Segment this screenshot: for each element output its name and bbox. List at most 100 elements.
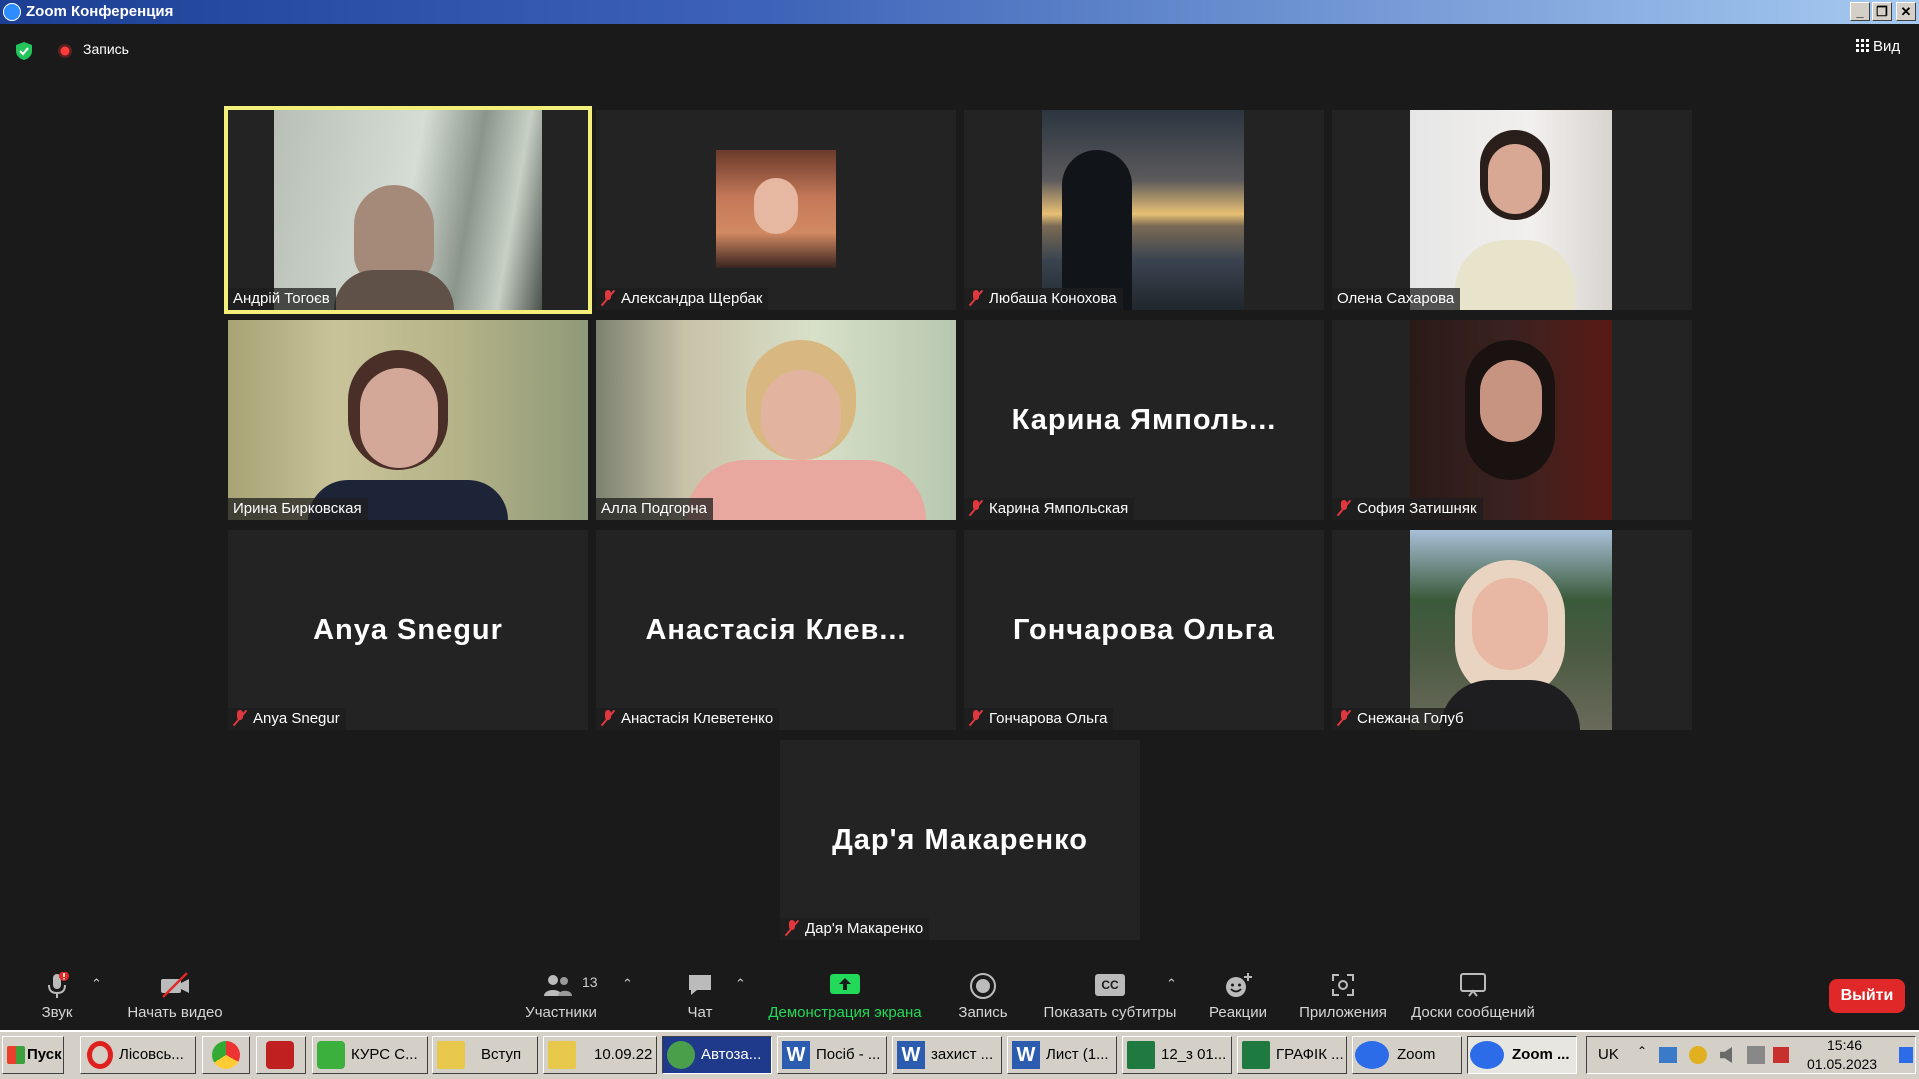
- video-tile[interactable]: Анастасія Клев... Анастасія Клеветенко: [596, 530, 956, 730]
- captions-label: Показать субтитры: [1043, 1004, 1177, 1021]
- shield-icon[interactable]: [15, 41, 33, 61]
- taskbar-item[interactable]: КУРС С...: [312, 1036, 428, 1074]
- taskbar-item[interactable]: 12_з 01...: [1122, 1036, 1232, 1074]
- network-icon[interactable]: [1747, 1046, 1765, 1064]
- muted-mic-icon: [969, 500, 983, 516]
- participant-name: Александра Щербак: [596, 288, 769, 310]
- whiteboard-icon: [1460, 973, 1486, 997]
- record-label: Запись: [958, 1004, 1008, 1021]
- volume-icon[interactable]: [1720, 1047, 1732, 1063]
- participant-name: София Затишняк: [1332, 498, 1483, 520]
- chat-button[interactable]: Чат: [670, 962, 730, 1030]
- opera-icon: [87, 1041, 113, 1069]
- close-button[interactable]: ✕: [1896, 2, 1916, 21]
- audio-button[interactable]: Звук: [22, 962, 92, 1030]
- zoom-icon: [1355, 1041, 1389, 1069]
- muted-mic-icon: [1337, 710, 1351, 726]
- globe-folder-icon: [317, 1041, 345, 1069]
- video-tile[interactable]: Гончарова Ольга Гончарова Ольга: [964, 530, 1324, 730]
- taskbar-item[interactable]: [202, 1036, 250, 1074]
- leave-button[interactable]: Выйти: [1829, 979, 1905, 1013]
- muted-mic-icon: [969, 290, 983, 306]
- video-tile[interactable]: Алла Подгорна: [596, 320, 956, 520]
- video-tile[interactable]: Снежана Голуб: [1332, 530, 1692, 730]
- taskbar-item[interactable]: W Посіб - ...: [777, 1036, 887, 1074]
- grid-icon: [1856, 39, 1869, 52]
- word-icon: W: [782, 1041, 810, 1069]
- view-label: Вид: [1873, 38, 1901, 55]
- taskbar-item[interactable]: W Лист (1...: [1007, 1036, 1117, 1074]
- closed-captions-icon: CC: [1095, 974, 1125, 996]
- emoji-reaction-icon: [1226, 973, 1252, 997]
- muted-mic-icon: [1337, 500, 1351, 516]
- taskbar-item[interactable]: Автоза...: [662, 1036, 772, 1074]
- monitor-icon[interactable]: [1659, 1047, 1677, 1063]
- start-video-label: Начать видео: [127, 1004, 223, 1021]
- reactions-button[interactable]: Реакции: [1200, 962, 1276, 1030]
- video-tile[interactable]: Anya Snegur Anya Snegur: [228, 530, 588, 730]
- participant-name: Гончарова Ольга: [964, 708, 1114, 730]
- windows-logo-icon: [7, 1046, 25, 1064]
- video-tile[interactable]: Ирина Бирковская: [228, 320, 588, 520]
- muted-mic-icon: [233, 710, 247, 726]
- apps-label: Приложения: [1299, 1004, 1387, 1021]
- word-icon: W: [897, 1041, 925, 1069]
- captions-button[interactable]: CC Показать субтитры: [1040, 962, 1180, 1030]
- video-off-icon: [161, 972, 189, 998]
- apps-button[interactable]: Приложения: [1295, 962, 1391, 1030]
- taskbar-item[interactable]: Zoom: [1352, 1036, 1462, 1074]
- participant-name: Анастасія Клеветенко: [596, 708, 780, 730]
- taskbar-item[interactable]: [256, 1036, 306, 1074]
- taskbar-item[interactable]: ГРАФІК ...: [1237, 1036, 1347, 1074]
- participants-options-caret-icon[interactable]: ⌃: [622, 976, 633, 992]
- taskbar-item-active[interactable]: Zoom ...: [1467, 1036, 1577, 1074]
- participant-name: Снежана Голуб: [1332, 708, 1470, 730]
- video-tile[interactable]: София Затишняк: [1332, 320, 1692, 520]
- clock-time[interactable]: 15:46: [1827, 1037, 1862, 1053]
- share-screen-button[interactable]: Демонстрация экрана: [765, 962, 925, 1030]
- participant-video: [274, 110, 542, 310]
- tray-expand-icon[interactable]: ⌃: [1637, 1044, 1647, 1058]
- whiteboards-button[interactable]: Доски сообщений: [1405, 962, 1541, 1030]
- taskbar-item[interactable]: Лісовсь...: [80, 1036, 196, 1074]
- taskbar-item[interactable]: 10.09.22: [543, 1036, 657, 1074]
- clock-date[interactable]: 01.05.2023: [1807, 1056, 1877, 1072]
- start-button[interactable]: Пуск: [2, 1036, 64, 1074]
- update-icon[interactable]: [1689, 1046, 1707, 1064]
- chat-options-caret-icon[interactable]: ⌃: [735, 976, 746, 992]
- recording-label[interactable]: Запись: [83, 41, 129, 57]
- view-button[interactable]: Вид: [1856, 38, 1900, 55]
- video-tile[interactable]: Александра Щербак: [596, 110, 956, 310]
- start-label: Пуск: [27, 1046, 62, 1063]
- zoom-logo-icon: [3, 3, 21, 21]
- microphone-icon: [48, 972, 69, 998]
- security-icon[interactable]: [1773, 1047, 1789, 1063]
- globe-icon: [667, 1041, 695, 1069]
- show-desktop-icon[interactable]: [1899, 1047, 1913, 1063]
- start-video-button[interactable]: Начать видео: [120, 962, 230, 1030]
- video-tile[interactable]: Карина Ямполь... Карина Ямпольская: [964, 320, 1324, 520]
- taskbar-item[interactable]: W захист ...: [892, 1036, 1002, 1074]
- participant-avatar: [1410, 530, 1612, 730]
- video-tile[interactable]: Любаша Конохова: [964, 110, 1324, 310]
- participant-name: Алла Подгорна: [596, 498, 714, 520]
- record-button[interactable]: Запись: [950, 962, 1016, 1030]
- minimize-button[interactable]: _: [1850, 2, 1870, 21]
- taskbar-item[interactable]: Вступ: [432, 1036, 538, 1074]
- language-indicator[interactable]: UK: [1598, 1046, 1619, 1063]
- audio-options-caret-icon[interactable]: ⌃: [91, 976, 102, 992]
- captions-options-caret-icon[interactable]: ⌃: [1166, 976, 1177, 992]
- chrome-icon: [212, 1041, 240, 1069]
- video-tile[interactable]: Андрій Тогоєв: [224, 106, 592, 314]
- participants-button[interactable]: 13 Участники: [515, 962, 607, 1030]
- whiteboards-label: Доски сообщений: [1411, 1004, 1535, 1021]
- participant-name: Любаша Конохова: [964, 288, 1123, 310]
- participant-name: Ирина Бирковская: [228, 498, 368, 520]
- participants-count: 13: [582, 974, 598, 990]
- folder-icon: [437, 1041, 465, 1069]
- video-tile[interactable]: Олена Сахарова: [1332, 110, 1692, 310]
- restore-button[interactable]: ❐: [1872, 2, 1892, 21]
- share-screen-icon: [830, 974, 860, 994]
- video-tile[interactable]: Дар'я Макаренко Дар'я Макаренко: [780, 740, 1140, 940]
- system-tray: UK ⌃ 15:46 01.05.2023: [1586, 1036, 1916, 1074]
